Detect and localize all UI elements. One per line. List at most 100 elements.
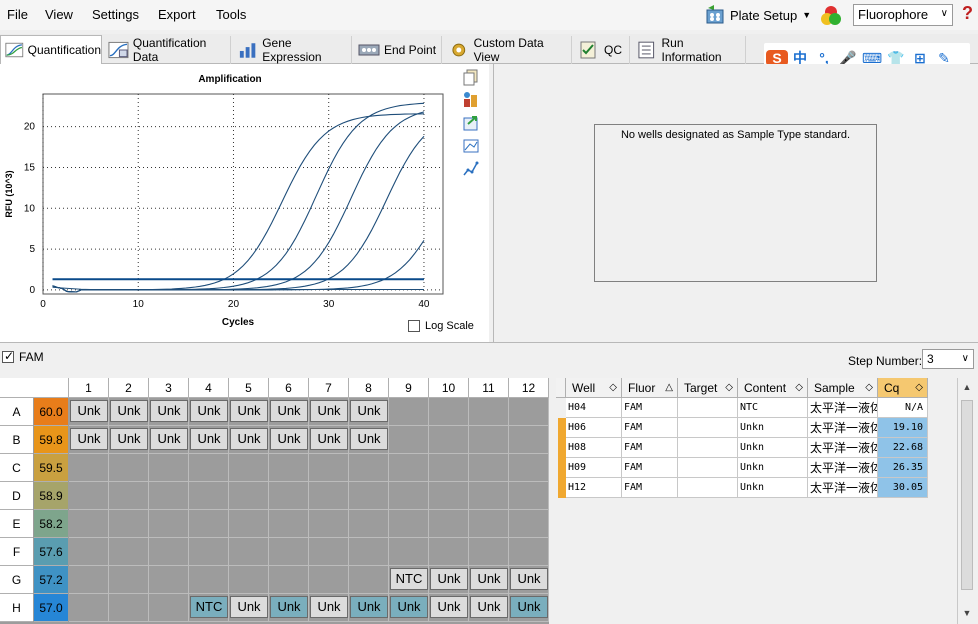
plate-column-header[interactable]: 12 <box>509 378 549 398</box>
plate-well[interactable] <box>309 454 349 482</box>
results-cell-fluor[interactable]: FAM <box>622 438 678 458</box>
copy-icon[interactable] <box>462 68 480 86</box>
log-scale-checkbox[interactable] <box>408 320 420 332</box>
scroll-down-icon[interactable]: ▼ <box>960 606 974 620</box>
chart-settings-icon[interactable] <box>462 91 480 109</box>
plate-row-header[interactable]: A <box>0 398 33 426</box>
well-content-label[interactable]: Unk <box>230 428 268 450</box>
plate-column-header[interactable]: 8 <box>349 378 389 398</box>
plate-column-header[interactable]: 1 <box>69 378 109 398</box>
well-content-label[interactable]: Unk <box>350 596 388 618</box>
plate-well[interactable] <box>349 510 389 538</box>
plate-well[interactable] <box>469 426 509 454</box>
plate-well[interactable]: Unk <box>429 566 469 594</box>
plate-well[interactable] <box>429 454 469 482</box>
plate-well[interactable]: Unk <box>109 398 149 426</box>
plate-well[interactable] <box>149 510 189 538</box>
plate-well[interactable] <box>69 566 109 594</box>
well-content-label[interactable]: Unk <box>270 400 308 422</box>
well-content-label[interactable]: Unk <box>70 428 108 450</box>
help-icon[interactable]: ? <box>962 3 973 24</box>
well-content-label[interactable]: Unk <box>350 428 388 450</box>
plate-well[interactable]: Unk <box>69 426 109 454</box>
plate-well[interactable] <box>469 398 509 426</box>
plate-row-header[interactable]: F <box>0 538 33 566</box>
plate-column-header[interactable]: 11 <box>469 378 509 398</box>
results-column-header[interactable]: Content ◇ <box>738 378 808 398</box>
plate-well[interactable] <box>109 594 149 622</box>
well-content-label[interactable]: Unk <box>510 568 548 590</box>
plate-well[interactable] <box>509 426 549 454</box>
plate-well[interactable]: Unk <box>429 594 469 622</box>
zoom-chart-icon[interactable] <box>462 137 480 155</box>
results-cell-target[interactable] <box>678 418 738 438</box>
results-cell-fluor[interactable]: FAM <box>622 458 678 478</box>
plate-well[interactable] <box>509 510 549 538</box>
plate-well[interactable] <box>69 482 109 510</box>
plate-well[interactable] <box>69 454 109 482</box>
plate-well[interactable] <box>389 426 429 454</box>
plate-well[interactable] <box>229 510 269 538</box>
menu-file[interactable]: File <box>7 7 28 22</box>
tab-quantification[interactable]: Quantification <box>0 35 102 65</box>
plate-well[interactable] <box>469 538 509 566</box>
plate-well[interactable] <box>149 566 189 594</box>
row-indicator[interactable] <box>558 458 566 478</box>
plate-well[interactable] <box>309 510 349 538</box>
plate-well[interactable] <box>229 454 269 482</box>
sort-icon[interactable]: ◇ <box>915 378 923 398</box>
results-cell-cq[interactable]: 19.10 <box>878 418 928 438</box>
row-indicator[interactable] <box>558 418 566 438</box>
step-number-select[interactable]: 3 ∨ <box>922 349 974 369</box>
results-cell-cq[interactable]: 26.35 <box>878 458 928 478</box>
plate-well[interactable] <box>389 510 429 538</box>
plate-well[interactable] <box>149 454 189 482</box>
plate-well[interactable] <box>389 538 429 566</box>
well-content-label[interactable]: Unk <box>110 428 148 450</box>
plate-well[interactable]: Unk <box>389 594 429 622</box>
plate-well[interactable]: NTC <box>389 566 429 594</box>
results-cell-cq[interactable]: 22.68 <box>878 438 928 458</box>
plate-well[interactable]: Unk <box>269 426 309 454</box>
plate-well[interactable] <box>389 482 429 510</box>
plate-well[interactable]: Unk <box>189 398 229 426</box>
well-content-label[interactable]: NTC <box>190 596 228 618</box>
results-column-header[interactable]: Fluor △ <box>622 378 678 398</box>
menu-export[interactable]: Export <box>158 7 196 22</box>
results-cell-content[interactable]: Unkn <box>738 438 808 458</box>
sort-icon[interactable]: ◇ <box>865 378 873 398</box>
plate-well[interactable]: Unk <box>349 426 389 454</box>
well-content-label[interactable]: Unk <box>470 596 508 618</box>
results-cell-content[interactable]: Unkn <box>738 458 808 478</box>
log-scale-toggle[interactable]: Log Scale <box>408 320 474 332</box>
plate-well[interactable] <box>309 482 349 510</box>
results-cell-fluor[interactable]: FAM <box>622 478 678 498</box>
plate-well[interactable] <box>429 482 469 510</box>
plate-well[interactable] <box>269 454 309 482</box>
plate-well[interactable] <box>349 538 389 566</box>
plate-well[interactable] <box>469 482 509 510</box>
tab-run-information[interactable]: Run Information <box>632 36 746 64</box>
results-cell-content[interactable]: Unkn <box>738 478 808 498</box>
well-content-label[interactable]: Unk <box>430 596 468 618</box>
plate-row-header[interactable]: E <box>0 510 33 538</box>
row-indicator[interactable] <box>558 438 566 458</box>
well-content-label[interactable]: Unk <box>390 596 428 618</box>
plate-well[interactable] <box>149 538 189 566</box>
curve-fit-icon[interactable] <box>462 160 480 178</box>
plate-well[interactable] <box>269 566 309 594</box>
plate-well[interactable]: Unk <box>189 426 229 454</box>
results-cell-content[interactable]: NTC <box>738 398 808 418</box>
plate-well[interactable]: Unk <box>469 566 509 594</box>
well-content-label[interactable]: Unk <box>230 596 268 618</box>
plate-well[interactable]: Unk <box>469 594 509 622</box>
plate-well[interactable] <box>69 510 109 538</box>
plate-well[interactable] <box>429 538 469 566</box>
plate-well[interactable] <box>189 454 229 482</box>
plate-column-header[interactable]: 3 <box>149 378 189 398</box>
results-cell-target[interactable] <box>678 478 738 498</box>
plate-well[interactable] <box>269 482 309 510</box>
results-cell-fluor[interactable]: FAM <box>622 418 678 438</box>
tab-qc[interactable]: QC <box>574 36 630 64</box>
plate-well[interactable] <box>69 594 109 622</box>
